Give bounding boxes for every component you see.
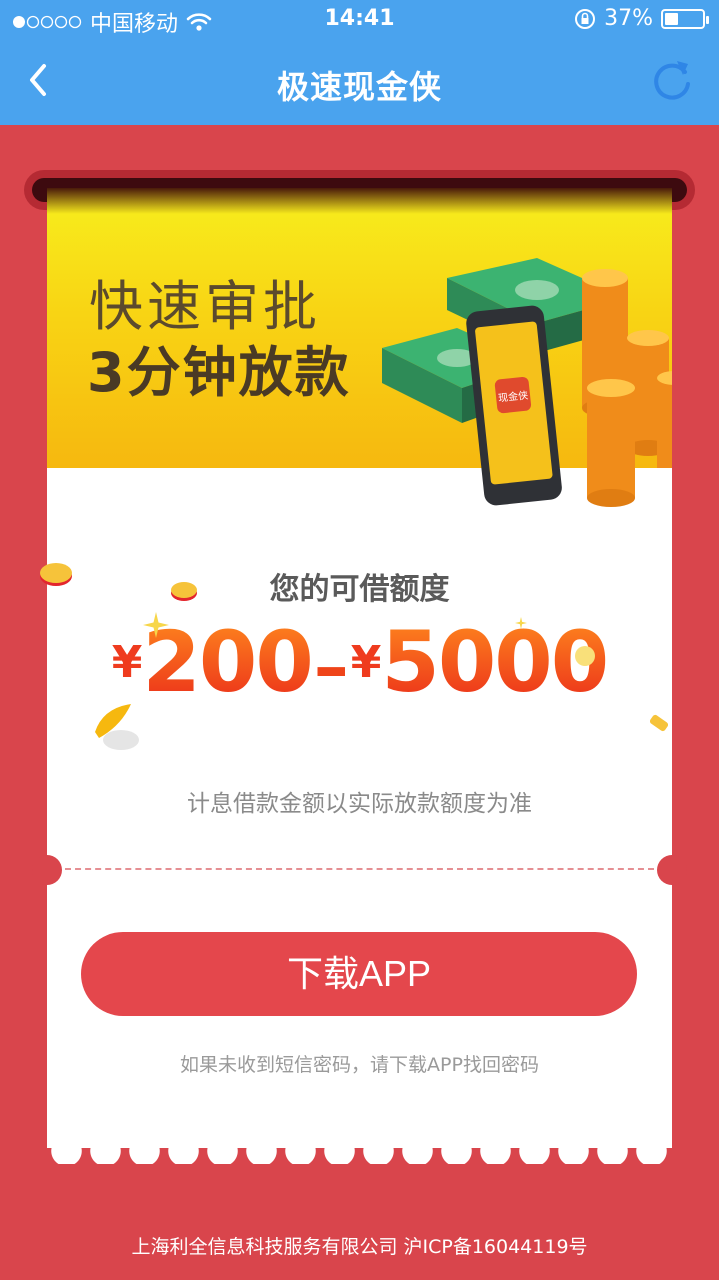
scalloped-edge (47, 1136, 672, 1164)
ticket-notch-left (32, 855, 62, 885)
sparkle-icon (143, 612, 169, 638)
coin-icon (649, 714, 669, 732)
coin-icon (575, 646, 595, 666)
quota-note: 计息借款金额以实际放款额度为准 (187, 791, 532, 817)
quota-label: 您的可借额度 (269, 572, 450, 607)
page-title: 极速现金侠 (276, 68, 442, 106)
sparkle-icon (515, 617, 527, 629)
banner-shadow (47, 188, 672, 214)
coin-stacks (582, 269, 672, 507)
nav-bar: 极速现金侠 (0, 40, 719, 125)
top-bar: 中国移动 14:41 37% 极速现金侠 (0, 0, 719, 125)
download-app-button[interactable]: 下载APP (81, 932, 637, 1016)
status-right: 37% (574, 6, 709, 31)
sms-hint: 如果未收到短信密码，请下载APP找回密码 (180, 1054, 539, 1076)
battery-percent: 37% (604, 6, 653, 31)
coin-icon (171, 582, 197, 601)
money-phone-illustration: 现金侠 (382, 258, 672, 507)
loan-card: 快速审批 3分钟放款 现金侠 您的可借额度 ¥200–¥5000 计息借款金额以… (47, 188, 672, 1148)
battery-icon (661, 8, 709, 29)
rotation-lock-icon (575, 8, 596, 29)
banner-subheadline: 3分钟放款 (87, 341, 351, 404)
promo-banner: 快速审批 3分钟放款 现金侠 (47, 188, 672, 507)
battery-fill (665, 12, 678, 25)
refresh-icon[interactable] (649, 58, 695, 104)
dashed-divider (65, 868, 654, 870)
coin-icon (95, 704, 139, 750)
currency-max: ¥ (350, 637, 382, 688)
range-dash: – (313, 626, 349, 708)
coin-icon (40, 563, 72, 586)
footer-company: 上海利全信息科技服务有限公司 沪ICP备16044119号 (131, 1236, 588, 1258)
ticket-notch-right (657, 855, 687, 885)
currency-min: ¥ (111, 637, 143, 688)
status-bar: 中国移动 14:41 37% (0, 0, 719, 40)
